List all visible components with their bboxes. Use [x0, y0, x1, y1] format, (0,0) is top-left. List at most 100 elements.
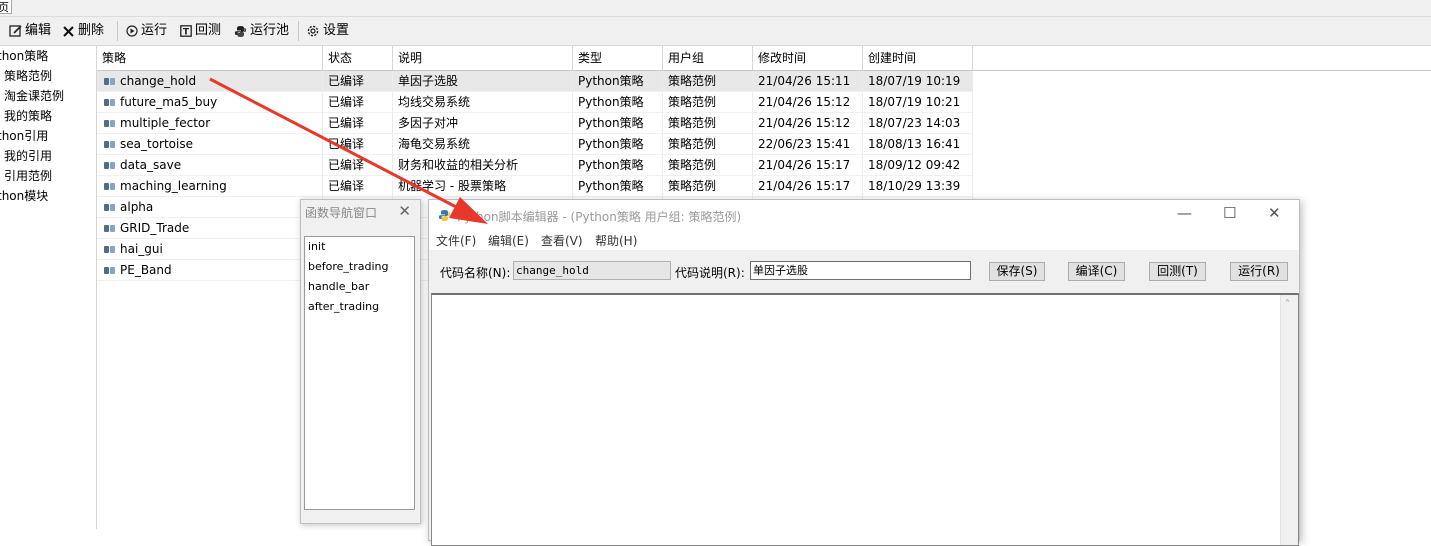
edit-icon [9, 24, 22, 37]
strategy-name-cell-text: sea_tortoise [120, 137, 193, 151]
status-cell-text: 已编译 [328, 95, 365, 109]
menu-help[interactable]: 帮助(H) [595, 232, 637, 249]
modified-time-cell-text: 21/04/26 15:17 [758, 158, 851, 172]
tree-item-strategy-examples[interactable]: 策略范例 [4, 66, 52, 86]
run-script-button[interactable]: 运行(R) [1230, 262, 1288, 281]
backtest-button[interactable]: T 回测 [180, 21, 221, 41]
maximize-icon[interactable]: ☐ [1223, 204, 1236, 222]
save-button[interactable]: 保存(S) [989, 262, 1045, 281]
column-header-created-time[interactable]: 创建时间 [863, 46, 973, 70]
status-cell-text: 已编译 [328, 116, 365, 130]
code-name-field[interactable]: change_hold [513, 261, 671, 280]
toolbar-divider [298, 21, 299, 41]
created-time-cell: 18/10/29 13:39 [863, 176, 973, 197]
created-time-cell: 18/07/19 10:21 [863, 92, 973, 113]
backtest-run-button[interactable]: 回测(T) [1149, 262, 1206, 281]
column-header-strategy[interactable]: 策略 [97, 46, 323, 70]
settings-button-label: 设置 [323, 23, 350, 38]
type-cell-text: Python策略 [578, 74, 644, 88]
minimize-icon[interactable]: — [1177, 204, 1192, 222]
close-icon[interactable]: ✕ [1268, 204, 1281, 222]
code-editor-area[interactable]: ˄ [431, 293, 1299, 546]
tree-item-my-references[interactable]: 我的引用 [4, 146, 52, 166]
type-cell-text: Python策略 [578, 137, 644, 151]
editor-form-row: 代码名称(N): change_hold 代码说明(R): 单因子选股 保存(S… [429, 252, 1299, 290]
column-header-modified-time[interactable]: 修改时间 [753, 46, 863, 70]
description-cell: 均线交易系统 [393, 92, 573, 113]
type-cell: Python策略 [573, 92, 663, 113]
python-file-icon [104, 204, 115, 211]
type-cell: Python策略 [573, 71, 663, 92]
navigator-close-icon[interactable]: ✕ [398, 202, 411, 220]
scroll-up-icon[interactable]: ˄ [1285, 299, 1290, 310]
python-icon [234, 25, 247, 37]
top-strip: 页 [0, 0, 1431, 17]
python-file-icon [104, 183, 115, 190]
user-group-cell-text: 策略范例 [668, 116, 717, 130]
menu-edit[interactable]: 编辑(E) [488, 232, 529, 249]
type-cell: Python策略 [573, 113, 663, 134]
created-time-cell-text: 18/09/12 09:42 [868, 158, 961, 172]
run-button[interactable]: 运行 [126, 21, 167, 41]
run-pool-button[interactable]: 运行池 [234, 21, 289, 41]
created-time-cell: 18/07/19 10:19 [863, 71, 973, 92]
column-header-description[interactable]: 说明 [393, 46, 573, 70]
table-header: 策略 状态 说明 类型 用户组 修改时间 创建时间 [97, 46, 1431, 71]
user-group-cell: 策略范例 [663, 113, 753, 134]
function-item-handle-bar[interactable]: handle_bar [308, 277, 369, 297]
strategy-name-cell-text: hai_gui [120, 242, 163, 256]
tree-item-course-examples[interactable]: 淘金课范例 [4, 86, 64, 106]
description-cell: 财务和收益的相关分析 [393, 155, 573, 176]
function-item-init[interactable]: init [308, 237, 325, 257]
run-button-label: 运行 [141, 23, 168, 38]
play-icon [126, 25, 138, 37]
column-header-status[interactable]: 状态 [323, 46, 393, 70]
function-navigator-window: 函数导航窗口 ✕ init before_trading handle_bar … [300, 199, 421, 524]
code-description-field[interactable]: 单因子选股 [750, 261, 971, 280]
type-cell-text: Python策略 [578, 158, 644, 172]
tree-item-python-strategies[interactable]: thon策略 [0, 46, 48, 66]
strategy-name-cell-text: multiple_fector [120, 116, 211, 130]
table-row[interactable]: maching_learning 已编译 机器学习 - 股票策略 Python策略 策略… [97, 176, 973, 197]
python-logo-icon [438, 210, 451, 221]
description-cell-text: 财务和收益的相关分析 [398, 158, 519, 172]
modified-time-cell-text: 22/06/23 15:41 [758, 137, 851, 151]
column-header-user-group[interactable]: 用户组 [663, 46, 753, 70]
svg-text:T: T [183, 28, 190, 38]
strategy-name-cell-text: PE_Band [120, 263, 172, 277]
table-row[interactable]: multiple_fector 已编译 多因子对冲 Python策略 策略范例 21/04… [97, 113, 973, 134]
backtest-button-label: 回测 [195, 23, 222, 38]
tree-item-python-modules[interactable]: thon模块 [0, 186, 48, 206]
function-item-before-trading[interactable]: before_trading [308, 257, 388, 277]
settings-button[interactable]: 设置 [306, 21, 349, 41]
function-list: init before_trading handle_bar after_tra… [304, 236, 415, 510]
tree-item-python-references[interactable]: thon引用 [0, 126, 48, 146]
edit-button[interactable]: 编辑 [9, 21, 51, 41]
compile-button[interactable]: 编译(C) [1068, 262, 1125, 281]
menu-view[interactable]: 查看(V) [541, 232, 583, 249]
modified-time-cell: 21/04/26 15:17 [753, 176, 863, 197]
description-cell-text: 单因子选股 [398, 74, 459, 88]
delete-button[interactable]: 删除 [62, 21, 104, 41]
strategy-name-cell-text: future_ma5_buy [120, 95, 218, 109]
table-row[interactable]: change_hold 已编译 单因子选股 Python策略 策略范例 21/04/26 … [97, 71, 973, 92]
user-group-cell-text: 策略范例 [668, 137, 717, 151]
tree-item-my-strategies[interactable]: 我的策略 [4, 106, 52, 126]
type-cell-text: Python策略 [578, 95, 644, 109]
function-item-after-trading[interactable]: after_trading [308, 297, 379, 317]
python-file-icon [104, 99, 115, 106]
menu-file[interactable]: 文件(F) [436, 232, 476, 249]
python-file-icon [104, 120, 115, 127]
user-group-cell: 策略范例 [663, 176, 753, 197]
strategy-name-cell: multiple_fector [97, 113, 323, 134]
table-row[interactable]: data_save 已编译 财务和收益的相关分析 Python策略 策略范例 21/04/… [97, 155, 973, 176]
vertical-scrollbar[interactable]: ˄ [1280, 295, 1298, 545]
type-cell: Python策略 [573, 176, 663, 197]
strategy-name-cell: maching_learning [97, 176, 323, 197]
top-tab[interactable]: 页 [0, 0, 12, 14]
user-group-cell: 策略范例 [663, 134, 753, 155]
tree-item-reference-examples[interactable]: 引用范例 [4, 166, 52, 186]
column-header-type[interactable]: 类型 [573, 46, 663, 70]
table-row[interactable]: future_ma5_buy 已编译 均线交易系统 Python策略 策略范例 21/04… [97, 92, 973, 113]
table-row[interactable]: sea_tortoise 已编译 海龟交易系统 Python策略 策略范例 22/06/2… [97, 134, 973, 155]
